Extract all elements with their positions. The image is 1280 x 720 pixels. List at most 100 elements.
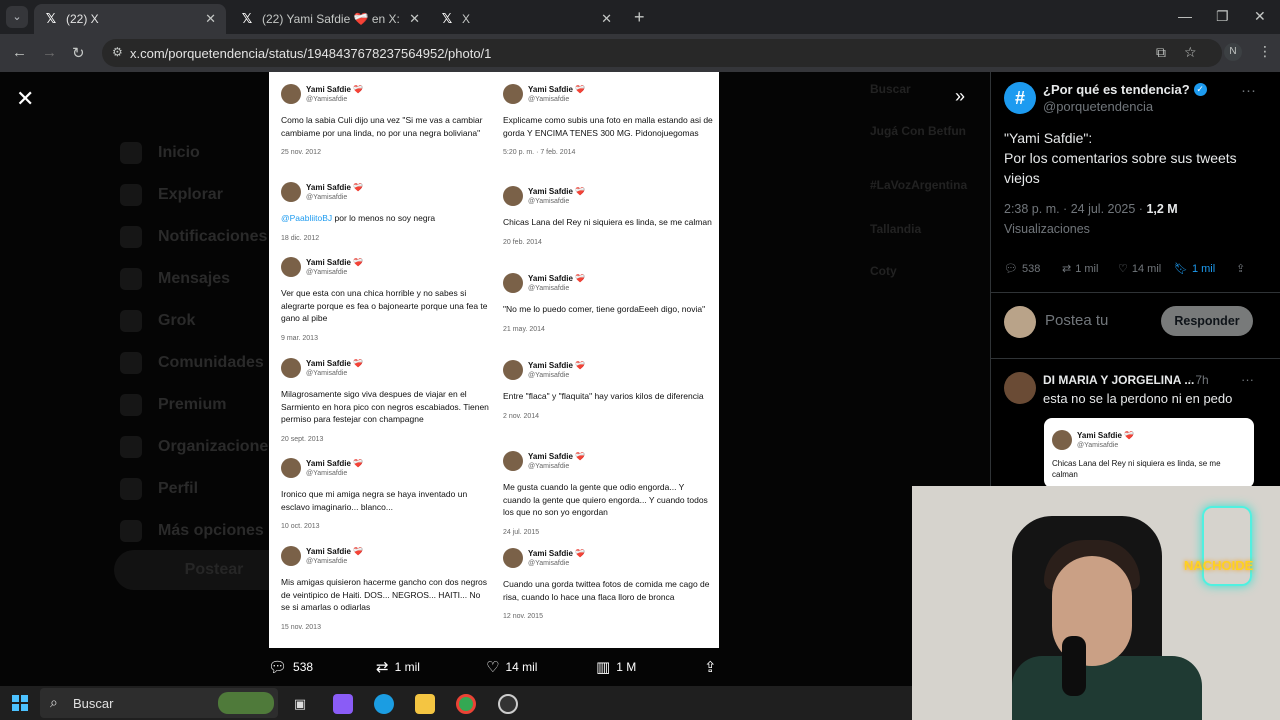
avatar	[281, 182, 301, 202]
home-icon	[120, 142, 142, 164]
address-bar-row: ← → ↻ ⚙ x.com/porquetendencia/status/194…	[0, 34, 1280, 72]
like-action[interactable]: ♡ 14 mil	[1118, 262, 1161, 276]
reply-action[interactable]: 💬︎ 538	[268, 658, 313, 676]
minimize-icon[interactable]: —	[1178, 8, 1192, 24]
photo-tweet: Yami Safdie ❤️‍🩹 @Yamisafdie Entre "flaca…	[503, 360, 704, 420]
tab-yami-post[interactable]: 𝕏 (22) Yami Safdie ❤️‍🩹 en X: "M ✕	[230, 4, 430, 34]
bg-nav-item: Notificaciones	[120, 216, 277, 258]
reply-image-card[interactable]: Yami Safdie ❤️‍🩹 @Yamisafdie Chicas Lana …	[1044, 418, 1254, 488]
tweet-timestamp[interactable]: 2:38 p. m. · 24 jul. 2025 · 1,2 M	[1004, 202, 1178, 216]
windows-taskbar: ⌕ Buscar ▣	[0, 686, 912, 720]
bg-nav-item: Mensajes	[120, 258, 277, 300]
edge-icon[interactable]	[374, 694, 394, 714]
bg-trend: #LaVozArgentina	[870, 178, 968, 192]
site-info-icon[interactable]: ⚙	[112, 45, 123, 59]
reply-text: esta no se la perdono ni en pedo	[1043, 391, 1233, 406]
account-avatar[interactable]: #	[1004, 82, 1036, 114]
close-tab-icon[interactable]: ✕	[601, 11, 612, 27]
bookmark-star-icon[interactable]: ☆	[1184, 44, 1197, 61]
url-text[interactable]: x.com/porquetendencia/status/19484376782…	[130, 46, 491, 61]
browser-menu-icon[interactable]: ⋮	[1258, 43, 1272, 60]
back-arrow-icon[interactable]: ←	[12, 44, 27, 61]
reply-time[interactable]: · 7h	[1188, 373, 1209, 387]
x-logo-icon: 𝕏	[441, 11, 453, 26]
reply-input[interactable]: Postea tu	[1045, 312, 1108, 329]
tweet-text: "Yami Safdie": Por los comentarios sobre…	[1004, 130, 1237, 186]
avatar	[503, 186, 523, 206]
bg-nav-item: Inicio	[120, 132, 277, 174]
photo-action-bar: 💬︎ 538 ⇄ 1 mil ♡ 14 mil ▥ 1 M ⇪	[268, 658, 723, 678]
avatar[interactable]	[1004, 372, 1036, 404]
avatar	[1004, 306, 1036, 338]
like-action[interactable]: ♡ 14 mil	[486, 658, 537, 676]
reply-icon: 💬︎	[1004, 263, 1018, 275]
photo-tweet: Yami Safdie ❤️‍🩹 @Yamisafdie Me gusta cua…	[503, 451, 708, 536]
avatar	[503, 360, 523, 380]
photo-tweet: Yami Safdie ❤️‍🩹 @Yamisafdie Milagrosamen…	[281, 358, 489, 443]
photo-tweet: Yami Safdie ❤️‍🩹 @Yamisafdie Ver que esta…	[281, 257, 488, 342]
photo-tweet: Yami Safdie ❤️‍🩹 @Yamisafdie Explicame co…	[503, 84, 713, 156]
expand-panel-icon[interactable]: »	[955, 86, 965, 107]
repost-icon: ⇄	[1062, 263, 1072, 275]
x-logo-icon: 𝕏	[45, 11, 57, 26]
file-explorer-icon[interactable]	[415, 694, 435, 714]
bg-nav-item: Organizaciones	[120, 426, 277, 468]
obs-icon[interactable]	[498, 694, 518, 714]
tab-x[interactable]: 𝕏 X ✕	[430, 4, 622, 34]
tab-search-icon[interactable]: ⌄	[6, 6, 28, 28]
more-options-icon[interactable]: ···	[1241, 82, 1256, 99]
neon-lamp	[1202, 506, 1252, 586]
account-name[interactable]: ¿Por qué es tendencia? ✓	[1043, 82, 1207, 97]
microphone	[1062, 636, 1086, 696]
reply-button[interactable]: Responder	[1161, 306, 1253, 336]
tab-x-home[interactable]: 𝕏 (22) X ✕	[34, 4, 226, 34]
photo-tweet: Yami Safdie ❤️‍🩹 @Yamisafdie Mis amigas q…	[281, 546, 488, 631]
avatar	[281, 546, 301, 566]
heart-icon: ♡	[486, 659, 500, 676]
divider	[991, 358, 1280, 359]
repost-action[interactable]: ⇄ 1 mil	[376, 658, 420, 676]
bookmark-action[interactable]: 🔖︎ 1 mil	[1174, 262, 1215, 276]
copilot-icon[interactable]	[333, 694, 353, 714]
neon-sign: NACHOIDE	[1184, 558, 1254, 573]
more-icon	[120, 520, 142, 542]
tab-title: X	[462, 12, 471, 26]
close-tab-icon[interactable]: ✕	[205, 11, 216, 27]
bg-trend: Buscar	[870, 82, 911, 96]
tweet-photo[interactable]: Yami Safdie ❤️‍🩹 @Yamisafdie Como la sabi…	[269, 72, 719, 648]
reply-action[interactable]: 💬︎ 538	[1004, 262, 1040, 276]
organizations-icon	[120, 436, 142, 458]
tab-title: (22) X	[66, 12, 99, 26]
avatar	[503, 84, 523, 104]
chrome-icon[interactable]	[456, 694, 476, 714]
close-viewer-icon[interactable]: ✕	[16, 86, 34, 112]
heart-icon: ♡	[1118, 263, 1128, 275]
new-tab-icon[interactable]: +	[634, 7, 645, 28]
taskbar-search[interactable]: ⌕ Buscar	[40, 688, 278, 718]
reply-author-name[interactable]: DI MARIA Y JORGELINA ...	[1043, 373, 1194, 387]
task-view-icon[interactable]: ▣	[290, 694, 310, 714]
forward-arrow-icon[interactable]: →	[42, 44, 57, 61]
close-window-icon[interactable]: ✕	[1254, 8, 1266, 25]
avatar	[503, 273, 523, 293]
cast-icon[interactable]: ⧉	[1156, 44, 1166, 61]
search-icon	[120, 184, 142, 206]
views-chart-icon: ▥	[596, 659, 611, 676]
profile-avatar[interactable]: N	[1224, 43, 1242, 61]
share-action[interactable]: ⇪	[1236, 262, 1245, 275]
views-label: Visualizaciones	[1004, 222, 1090, 236]
share-icon: ⇪	[704, 659, 717, 676]
bg-nav-item: Grok	[120, 300, 277, 342]
windows-start-icon[interactable]	[12, 695, 28, 711]
share-action[interactable]: ⇪	[704, 658, 717, 676]
photo-tweet: Yami Safdie ❤️‍🩹 @Yamisafdie Chicas Lana …	[503, 186, 712, 246]
reload-icon[interactable]: ↻	[72, 44, 85, 62]
repost-action[interactable]: ⇄ 1 mil	[1062, 262, 1098, 276]
close-tab-icon[interactable]: ✕	[409, 11, 420, 27]
more-options-icon[interactable]: ···	[1241, 372, 1254, 387]
omnibox[interactable]: ⚙ x.com/porquetendencia/status/194843767…	[102, 39, 1222, 67]
views-action[interactable]: ▥ 1 M	[596, 658, 636, 676]
restore-icon[interactable]: ❐	[1216, 8, 1229, 25]
avatar	[1052, 430, 1072, 450]
account-handle[interactable]: @porquetendencia	[1043, 99, 1153, 114]
